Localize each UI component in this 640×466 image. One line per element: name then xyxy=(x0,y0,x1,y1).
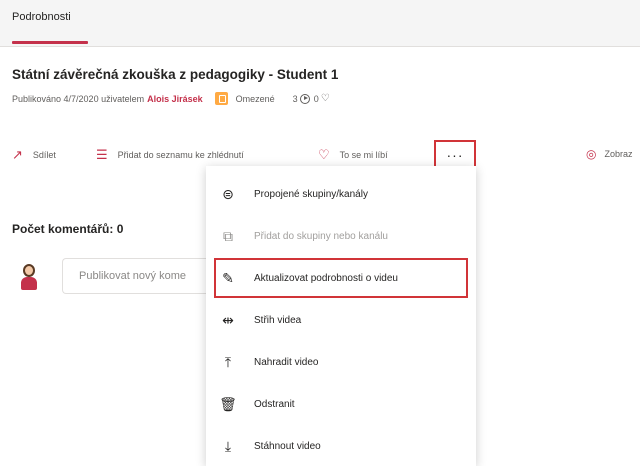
play-circle-icon xyxy=(299,93,310,104)
heart-icon: ♡ xyxy=(320,93,330,104)
menu-item-linked-groups[interactable]: ⊜ Propojené skupiny/kanály xyxy=(206,174,476,214)
like-count: 0 ♡ xyxy=(314,93,330,104)
share-label: Sdílet xyxy=(32,150,56,160)
more-options-menu: ⊜ Propojené skupiny/kanály ⧉ Přidat do s… xyxy=(206,166,476,466)
menu-item-label: Propojené skupiny/kanály xyxy=(254,188,368,200)
share-icon: ↗ xyxy=(12,147,23,162)
heart-outline-icon: ♡ xyxy=(318,147,330,162)
menu-item-update-details[interactable]: ✎ Aktualizovat podrobnosti o videu xyxy=(214,258,468,298)
like-count-value: 0 xyxy=(313,93,319,104)
pencil-icon: ✎ xyxy=(222,269,234,286)
view-count-value: 3 xyxy=(292,93,298,104)
menu-item-add-to-group[interactable]: ⧉ Přidat do skupiny nebo kanálu xyxy=(206,216,476,256)
visibility-label: Omezené xyxy=(235,93,275,104)
trim-icon: ⇹ xyxy=(222,311,234,328)
watchlist-label: Přidat do seznamu ke zhlédnutí xyxy=(117,150,244,160)
add-to-watchlist-button[interactable]: ☰ Přidat do seznamu ke zhlédnutí xyxy=(96,147,244,163)
menu-item-label: Nahradit video xyxy=(254,356,319,368)
tab-details[interactable]: Podrobnosti xyxy=(12,11,71,23)
watchlist-icon: ☰ xyxy=(96,147,108,162)
view-icon: ◎ xyxy=(586,147,597,161)
add-to-group-icon: ⧉ xyxy=(223,227,233,244)
menu-item-replace-video[interactable]: ⤒ Nahradit video xyxy=(206,342,476,382)
linked-groups-icon: ⊜ xyxy=(222,185,234,202)
like-button[interactable]: ♡ To se mi líbí xyxy=(318,147,388,163)
like-label: To se mi líbí xyxy=(339,150,388,160)
menu-item-label: Střih videa xyxy=(254,314,302,326)
trash-icon: 🗑 xyxy=(219,395,237,412)
comment-box xyxy=(62,258,212,294)
new-comment-input[interactable] xyxy=(63,259,203,293)
author-link[interactable]: Alois Jirásek xyxy=(147,94,203,104)
published-info: Publikováno 4/7/2020 uživatelem xyxy=(12,93,145,104)
active-tab-indicator xyxy=(12,41,88,44)
share-button[interactable]: ↗ Sdílet xyxy=(12,147,56,163)
video-meta: Publikováno 4/7/2020 uživatelem Alois Ji… xyxy=(12,92,330,105)
menu-item-label: Přidat do skupiny nebo kanálu xyxy=(254,230,388,242)
view-label: Zobraz xyxy=(604,149,633,159)
video-title: Státní závěrečná zkouška z pedagogiky - … xyxy=(12,67,339,82)
menu-item-trim-video[interactable]: ⇹ Střih videa xyxy=(206,300,476,340)
menu-item-label: Odstranit xyxy=(254,398,295,410)
menu-item-label: Stáhnout video xyxy=(254,440,321,452)
upload-icon: ⤒ xyxy=(224,353,232,370)
view-button[interactable]: ◎ Zobraz xyxy=(586,147,633,161)
menu-item-download-video[interactable]: ⤓ Stáhnout video xyxy=(206,426,476,466)
comments-count: Počet komentářů: 0 xyxy=(12,222,124,236)
restricted-icon xyxy=(214,92,228,105)
avatar xyxy=(18,262,40,292)
tab-bar: Podrobnosti xyxy=(0,0,640,47)
menu-item-delete[interactable]: 🗑 Odstranit xyxy=(206,384,476,424)
download-icon: ⤓ xyxy=(224,437,232,454)
view-count: 3 xyxy=(292,93,310,104)
menu-item-label: Aktualizovat podrobnosti o videu xyxy=(254,272,398,284)
